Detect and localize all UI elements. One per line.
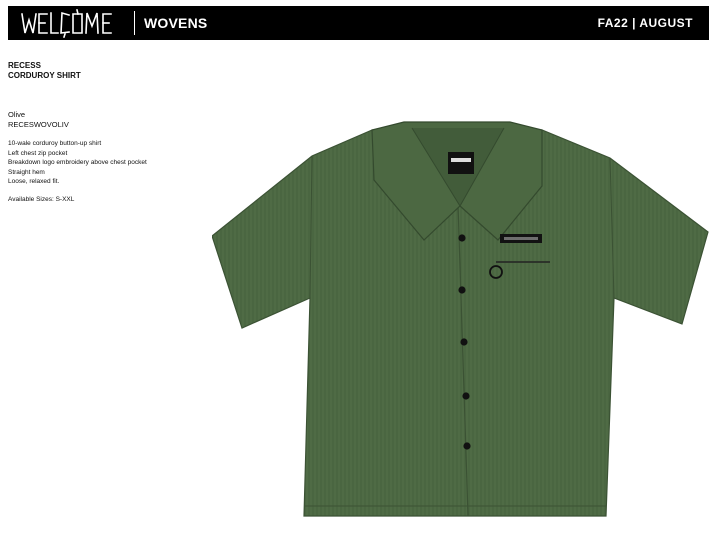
feature-list: 10-wale corduroy button-up shirt Left ch… — [8, 139, 147, 187]
product-name-line1: RECESS — [8, 61, 41, 70]
color-name: Olive — [8, 110, 26, 119]
welcome-logo — [20, 6, 130, 40]
header-bar: WOVENS FA22 | AUGUST — [8, 6, 709, 40]
feature-item: 10-wale corduroy button-up shirt — [8, 140, 102, 147]
header-divider — [134, 11, 135, 35]
product-image — [211, 120, 710, 518]
available-sizes: Available Sizes: S-XXL — [8, 196, 75, 203]
product-name-line2: CORDUROY SHIRT — [8, 71, 81, 80]
product-title: RECESS CORDUROY SHIRT — [8, 61, 81, 81]
shirt-illustration — [211, 121, 709, 517]
feature-item: Straight hem — [8, 168, 45, 176]
sku-code: RECESWOVOLIV — [8, 120, 69, 129]
feature-item: Breakdown logo embroidery above chest po… — [8, 159, 147, 167]
colorway-block: Olive RECESWOVOLIV — [8, 110, 69, 130]
welcome-logo-mark — [21, 9, 112, 39]
season-label: FA22 | AUGUST — [597, 16, 693, 30]
category-label: WOVENS — [144, 15, 208, 31]
feature-item: Loose, relaxed fit. — [8, 178, 60, 186]
feature-item: Left chest zip pocket — [8, 149, 68, 157]
